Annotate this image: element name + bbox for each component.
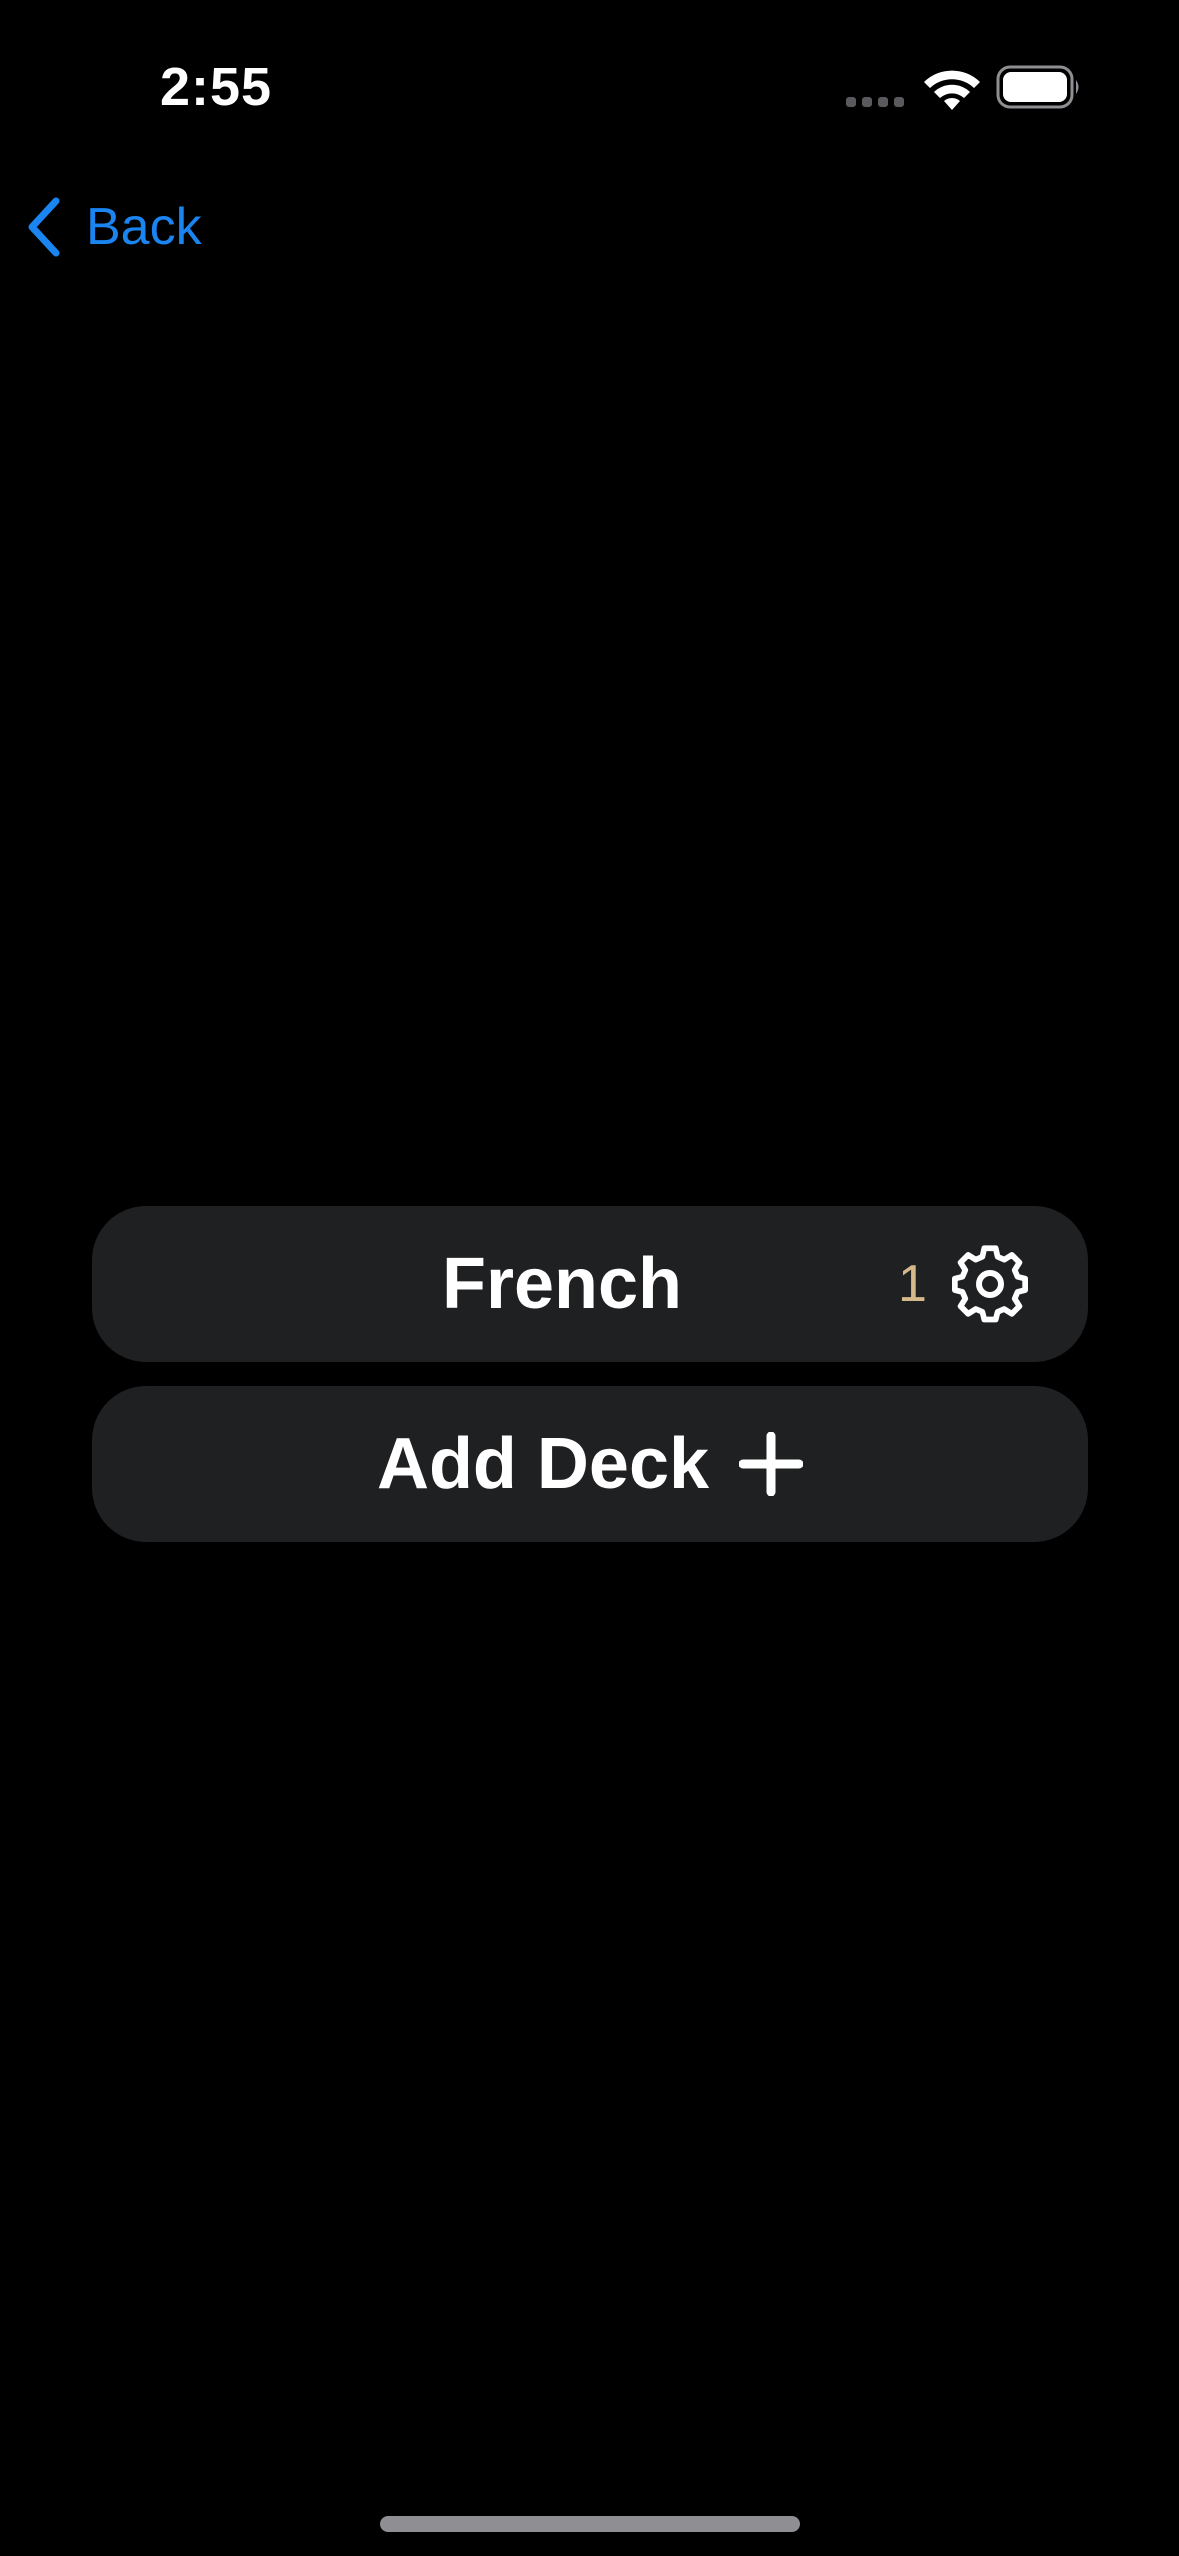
deck-name: French: [441, 1244, 683, 1324]
home-indicator: [380, 2516, 800, 2532]
battery-full-icon: [996, 65, 1079, 109]
cellular-dots-icon: [846, 97, 904, 107]
add-deck-label: Add Deck: [376, 1424, 710, 1504]
back-label: Back: [86, 198, 202, 256]
chevron-left-icon: [28, 197, 60, 257]
plus-icon: [739, 1432, 804, 1496]
status-bar: 2:55: [0, 0, 1179, 150]
deck-card-count: 1: [898, 1255, 927, 1313]
gear-icon[interactable]: [950, 1244, 1030, 1324]
wifi-icon: [924, 70, 980, 110]
deck-list: French 1 Add Deck: [92, 1206, 1088, 1542]
back-button[interactable]: Back: [24, 190, 202, 264]
deck-row-french[interactable]: French 1: [92, 1206, 1088, 1362]
add-deck-content: Add Deck: [92, 1386, 1088, 1542]
status-time: 2:55: [160, 57, 273, 117]
add-deck-button[interactable]: Add Deck: [92, 1386, 1088, 1542]
